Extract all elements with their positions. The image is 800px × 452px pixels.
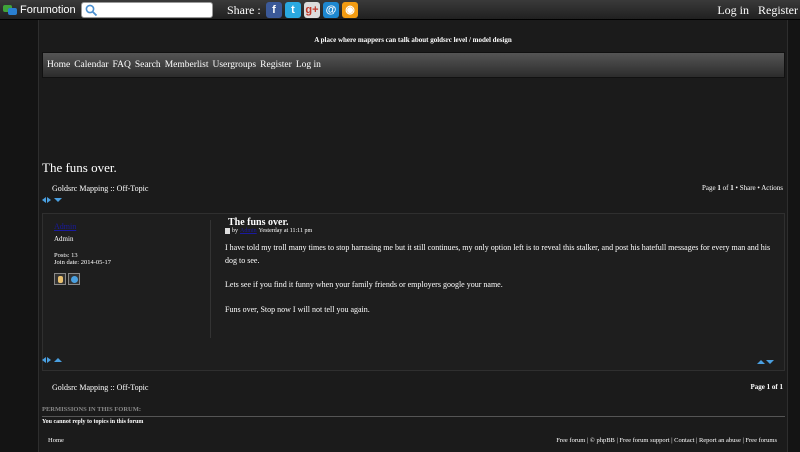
author-contact-icons [54, 273, 80, 285]
search-input[interactable] [100, 4, 210, 16]
login-link[interactable]: Log in [717, 3, 749, 18]
footer-free-forums[interactable]: Free forums [745, 437, 777, 444]
page-info-of: of [720, 184, 731, 192]
nav-register[interactable]: Register [260, 60, 292, 70]
next-topic-icon[interactable] [47, 197, 51, 203]
bottom-breadcrumb[interactable]: Goldsrc Mapping :: Off-Topic [52, 383, 148, 392]
post: Admin Admin Posts: 13 Join date: 2014-05… [42, 213, 785, 371]
top-links: Log in Register [717, 3, 798, 18]
post-author-posts: Posts: 13 [54, 252, 78, 259]
email-icon[interactable]: @ [323, 2, 339, 18]
topic-title: The funs over. [42, 160, 117, 175]
nav-home[interactable]: Home [47, 60, 70, 70]
main-navbar: Home Calendar FAQ Search Memberlist User… [42, 52, 785, 78]
forumotion-brand[interactable]: Forumotion [3, 3, 76, 17]
nav-login[interactable]: Log in [296, 60, 321, 70]
post-paragraph: I have told my troll many times to stop … [225, 243, 771, 265]
permissions-heading: PERMISSIONS IN THIS FORUM: [42, 406, 785, 417]
breadcrumb[interactable]: Goldsrc Mapping :: Off-Topic [52, 184, 148, 193]
site-tagline: A place where mappers can talk about gol… [314, 36, 512, 44]
rss-icon[interactable]: ◉ [342, 2, 358, 18]
post-nav-arrows [757, 360, 774, 364]
go-up-icon[interactable] [757, 360, 765, 364]
share-link[interactable]: Share [740, 184, 756, 192]
footer-free-forum[interactable]: Free forum [556, 437, 585, 444]
twitter-icon[interactable]: t [285, 2, 301, 18]
search-box[interactable] [81, 2, 213, 18]
footer-contact[interactable]: Contact [674, 437, 694, 444]
share-icons: f t g+ @ ◉ [266, 2, 358, 18]
post-title[interactable]: The funs over. [228, 217, 288, 228]
top-toolbar: Forumotion Share : f t g+ @ ◉ Log in Reg… [0, 0, 800, 20]
main-content: A place where mappers can talk about gol… [38, 20, 788, 452]
post-meta-time: Yesterday at 11:11 pm [258, 228, 313, 234]
post-author-role: Admin [54, 235, 74, 243]
previous-topic-icon[interactable] [42, 197, 46, 203]
bottom-nav-arrows [42, 357, 62, 363]
profile-icon[interactable] [54, 273, 66, 285]
post-author-name[interactable]: Admin [54, 222, 76, 231]
footer-forum-support[interactable]: Free forum support [619, 437, 669, 444]
previous-topic-icon[interactable] [42, 357, 46, 363]
brand-label: Forumotion [20, 4, 76, 16]
post-body: I have told my troll many times to stop … [225, 242, 781, 328]
nav-search[interactable]: Search [135, 60, 161, 70]
google-plus-icon[interactable]: g+ [304, 2, 320, 18]
nav-memberlist[interactable]: Memberlist [165, 60, 209, 70]
search-icon [85, 4, 98, 17]
forumotion-logo-icon [3, 4, 17, 16]
nav-usergroups[interactable]: Usergroups [213, 60, 257, 70]
post-paragraph: Lets see if you find it funny when your … [225, 280, 503, 290]
nav-faq[interactable]: FAQ [113, 60, 131, 70]
post-author-join-date: Join date: 2014-05-17 [54, 259, 112, 266]
bottom-page-info: Page 1 of 1 [750, 383, 783, 391]
footer-home-link[interactable]: Home [48, 437, 64, 444]
post-meta-author[interactable]: Admin [240, 228, 257, 234]
register-link[interactable]: Register [758, 3, 798, 18]
share-label: Share : [227, 3, 261, 17]
next-topic-icon[interactable] [47, 357, 51, 363]
facebook-icon[interactable]: f [266, 2, 282, 18]
post-paragraph: Funs over, Stop now I will not tell you … [225, 304, 370, 314]
footer-links: Free forum | © phpBB | Free forum suppor… [556, 437, 777, 444]
footer-report-abuse[interactable]: Report an abuse [699, 437, 741, 444]
post-meta-by: by [232, 228, 238, 234]
topic-nav-arrows [42, 197, 62, 203]
go-down-icon[interactable] [54, 198, 62, 202]
page-info-prefix: Page [702, 184, 718, 192]
footer-phpbb[interactable]: © phpBB [590, 437, 615, 444]
post-meta: by Admin Yesterday at 11:11 pm [225, 228, 312, 234]
page-info: Page 1 of 1 • Share • Actions [702, 184, 783, 192]
actions-link[interactable]: Actions [761, 184, 783, 192]
post-icon [225, 228, 230, 234]
go-up-icon[interactable] [54, 358, 62, 362]
nav-calendar[interactable]: Calendar [74, 60, 108, 70]
permissions-text: You cannot reply to topics in this forum [42, 419, 144, 425]
post-divider [210, 220, 211, 338]
website-icon[interactable] [68, 273, 80, 285]
go-down-icon[interactable] [766, 360, 774, 364]
